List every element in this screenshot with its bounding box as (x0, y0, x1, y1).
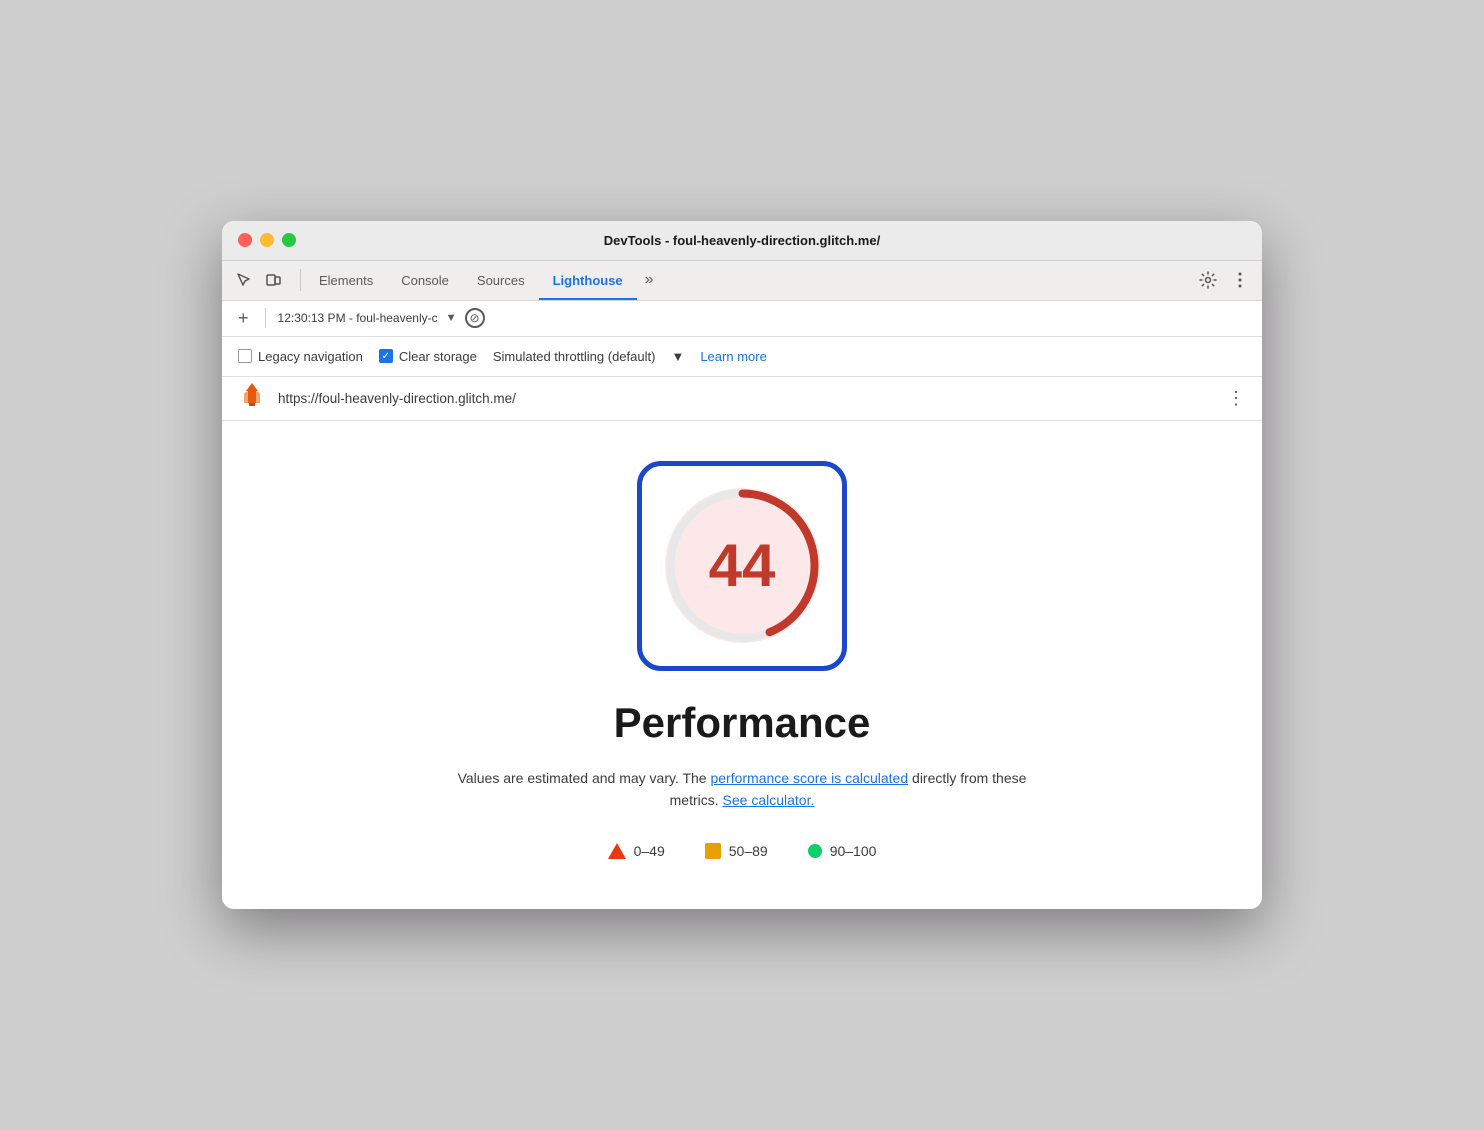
minimize-button[interactable] (260, 233, 274, 247)
toolbar-divider (265, 308, 266, 328)
tab-lighthouse[interactable]: Lighthouse (539, 260, 637, 300)
traffic-lights (238, 233, 296, 247)
toolbar-url-text: 12:30:13 PM - foul-heavenly-c (278, 311, 438, 325)
score-arc (660, 483, 825, 648)
throttle-label: Simulated throttling (default) (493, 349, 656, 364)
learn-more-link[interactable]: Learn more (700, 349, 766, 364)
legend-item-poor: 0–49 (608, 843, 665, 859)
more-options-icon[interactable] (1226, 266, 1254, 294)
tab-elements[interactable]: Elements (305, 260, 387, 300)
inspect-icon[interactable] (230, 266, 258, 294)
fullscreen-button[interactable] (282, 233, 296, 247)
devtools-window: DevTools - foul-heavenly-direction.glitc… (222, 221, 1262, 910)
clear-storage-checkbox-label[interactable]: Clear storage (379, 349, 477, 364)
legend-icon-orange (705, 843, 721, 859)
audit-url: https://foul-heavenly-direction.glitch.m… (278, 391, 1215, 406)
tab-console[interactable]: Console (387, 260, 463, 300)
legacy-nav-checkbox-label[interactable]: Legacy navigation (238, 349, 363, 364)
settings-icon[interactable] (1194, 266, 1222, 294)
devtools-tabs-bar: Elements Console Sources Lighthouse » (222, 261, 1262, 301)
close-button[interactable] (238, 233, 252, 247)
legend-item-needs-improvement: 50–89 (705, 843, 768, 859)
tabs-divider (300, 269, 301, 291)
legend-icon-red (608, 843, 626, 859)
toolbar-row: + 12:30:13 PM - foul-heavenly-c ▼ ⊘ (222, 301, 1262, 337)
devtools-icon-group (230, 266, 288, 294)
device-toggle-icon[interactable] (260, 266, 288, 294)
devtools-right-icons (1194, 266, 1254, 294)
main-content: 44 Performance Values are estimated and … (222, 421, 1262, 910)
legend-item-good: 90–100 (808, 843, 877, 859)
options-row: Legacy navigation Clear storage Simulate… (222, 337, 1262, 377)
score-gauge-container: 44 (637, 461, 847, 671)
legacy-nav-checkbox[interactable] (238, 349, 252, 363)
window-title: DevTools - foul-heavenly-direction.glitc… (604, 233, 880, 248)
tabs-more-button[interactable]: » (637, 271, 662, 289)
toolbar-dropdown-icon[interactable]: ▼ (446, 312, 457, 324)
new-tab-button[interactable]: + (234, 308, 253, 329)
cancel-navigation-button[interactable]: ⊘ (465, 308, 485, 328)
throttle-dropdown[interactable]: ▼ (671, 349, 684, 364)
url-more-button[interactable]: ⋮ (1227, 388, 1246, 409)
url-row: https://foul-heavenly-direction.glitch.m… (222, 377, 1262, 421)
calculator-link[interactable]: See calculator. (723, 792, 815, 808)
performance-description: Values are estimated and may vary. The p… (452, 767, 1032, 812)
score-gauge-box: 44 (637, 461, 847, 671)
score-circle: 44 (665, 488, 820, 643)
legend-icon-green (808, 844, 822, 858)
lighthouse-icon (238, 381, 266, 415)
perf-score-link[interactable]: performance score is calculated (710, 770, 908, 786)
score-legend: 0–49 50–89 90–100 (608, 843, 877, 859)
performance-title: Performance (614, 699, 871, 747)
tab-sources[interactable]: Sources (463, 260, 539, 300)
titlebar: DevTools - foul-heavenly-direction.glitc… (222, 221, 1262, 261)
clear-storage-checkbox[interactable] (379, 349, 393, 363)
